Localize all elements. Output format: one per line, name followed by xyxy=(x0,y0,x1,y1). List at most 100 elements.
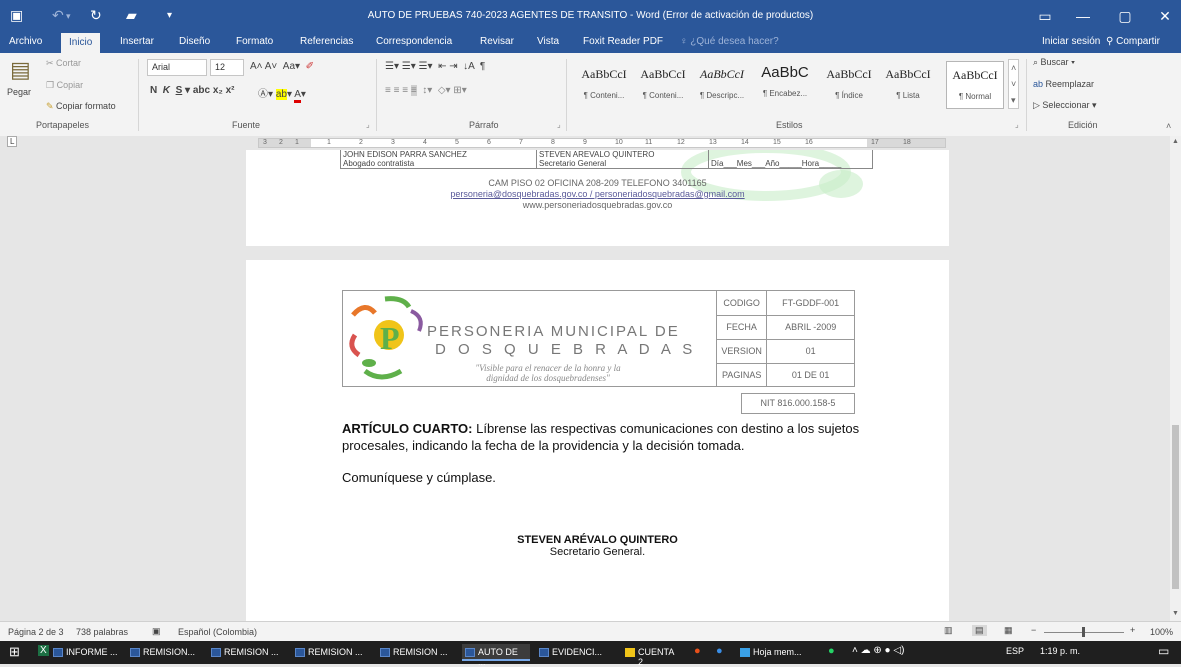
zoom-slider-thumb[interactable] xyxy=(1082,627,1085,637)
notifications-icon[interactable]: ▭ xyxy=(1158,644,1169,658)
web-layout-icon[interactable]: ▦ xyxy=(1004,625,1013,636)
styles-scroll-buttons[interactable]: ˄ ˅ ▾ xyxy=(1008,59,1020,109)
tab-revisar[interactable]: Revisar xyxy=(480,36,514,47)
font-size-combo[interactable]: 12 xyxy=(210,59,244,76)
read-mode-icon[interactable]: ▥ xyxy=(944,625,953,636)
brush-icon: ✎ xyxy=(46,101,57,111)
opera-icon[interactable]: ● xyxy=(694,645,701,657)
cut-button[interactable]: ✂ Cortar xyxy=(46,58,81,69)
font-dialog-icon[interactable]: ⌟ xyxy=(366,120,370,129)
tab-referencias[interactable]: Referencias xyxy=(300,36,353,47)
tab-inicio[interactable]: Inicio xyxy=(61,33,101,53)
scrollbar-thumb[interactable] xyxy=(1172,425,1179,589)
org-name-line1: PERSONERIA MUNICIPAL DE xyxy=(427,323,680,340)
list-buttons[interactable]: ☰▾ ☰▾ ☰▾ ⇤ ⇥ ↓A ¶ xyxy=(385,61,485,72)
style-descripcion[interactable]: AaBbCcI ¶ Descripc... xyxy=(693,61,751,109)
taskbar-app-active[interactable]: AUTO DE ... xyxy=(462,644,530,667)
minimize-button[interactable]: — xyxy=(1067,4,1099,28)
collapse-ribbon-icon[interactable]: ˄ xyxy=(1166,121,1171,131)
print-layout-icon[interactable]: ▤ xyxy=(972,625,987,636)
tab-formato[interactable]: Formato xyxy=(236,36,273,47)
word-count[interactable]: 738 palabras xyxy=(76,627,128,637)
input-language[interactable]: ESP xyxy=(1006,646,1024,656)
tab-selector-icon[interactable]: L xyxy=(7,136,18,147)
format-painter-button[interactable]: ✎ Copiar formato xyxy=(46,101,116,112)
vertical-scrollbar[interactable]: ▲ ▼ xyxy=(1170,136,1181,621)
page-count[interactable]: Página 2 de 3 xyxy=(8,627,64,637)
tab-diseno[interactable]: Diseño xyxy=(179,36,210,47)
signer-left-name: JOHN EDISON PARRA SANCHEZ xyxy=(343,150,467,159)
windows-start-icon[interactable]: ⊞ xyxy=(9,644,20,660)
excel-pinned-icon[interactable]: X xyxy=(38,645,49,656)
ruler-tick: 9 xyxy=(583,139,587,146)
paste-icon[interactable]: ▤ xyxy=(10,57,31,83)
signer-role: Secretario General. xyxy=(549,546,646,558)
replace-button[interactable]: ab Reemplazar xyxy=(1033,79,1094,89)
share-button[interactable]: ⚲ Compartir xyxy=(1106,36,1160,47)
font-color-buttons[interactable]: Ⓐ▾ ab▾ A▾ xyxy=(258,85,306,103)
align-buttons[interactable]: ≡ ≡ ≡ ≡ ↕▾ ◇▾ ⊞▾ xyxy=(385,85,467,96)
system-tray-icons[interactable]: ˄ ☁ ⊕ ● ◁) xyxy=(852,645,904,656)
horizontal-ruler: L 3 2 1 1 2 3 4 5 6 7 8 9 10 11 12 13 14… xyxy=(0,136,1181,150)
zoom-out-icon[interactable]: − xyxy=(1031,625,1036,635)
document-area[interactable]: JOHN EDISON PARRA SANCHEZ Abogado contra… xyxy=(0,150,1170,621)
ribbon-display-options-icon[interactable]: ▭ xyxy=(1029,4,1061,28)
paragraph-dialog-icon[interactable]: ⌟ xyxy=(557,120,561,129)
font-size-buttons[interactable]: A˄ A˅ Aa▾ ✐ xyxy=(250,61,314,72)
sign-in-link[interactable]: Iniciar sesión xyxy=(1042,36,1100,47)
ribbon: ▤ Pegar ✂ Cortar ❐ Copiar ✎ Copiar forma… xyxy=(0,53,1181,147)
search-icon: ⌕ xyxy=(1033,57,1041,67)
find-button[interactable]: ⌕ Buscar ▾ xyxy=(1033,57,1075,68)
style-indice[interactable]: AaBbCcI ¶ Índice xyxy=(820,61,878,109)
close-button[interactable]: ✕ xyxy=(1149,4,1181,28)
signature-table: JOHN EDISON PARRA SANCHEZ Abogado contra… xyxy=(340,150,873,169)
paste-button[interactable]: Pegar xyxy=(7,87,31,97)
copy-button[interactable]: ❐ Copiar xyxy=(46,80,83,91)
ruler-tick: 15 xyxy=(773,139,781,146)
edge-icon[interactable]: ● xyxy=(716,645,723,657)
replace-icon: ab xyxy=(1033,79,1046,89)
ruler-tick: 12 xyxy=(677,139,685,146)
taskbar-app[interactable]: REMISION ... xyxy=(377,644,457,661)
style-lista[interactable]: AaBbCcI ¶ Lista xyxy=(879,61,937,109)
signer-mid-name: STEVEN AREVALO QUINTERO xyxy=(539,150,655,159)
tab-archivo[interactable]: Archivo xyxy=(9,36,42,47)
tab-insertar[interactable]: Insertar xyxy=(120,36,154,47)
tab-correspondencia[interactable]: Correspondencia xyxy=(376,36,452,47)
footer-email[interactable]: personeria@dosquebradas.gov.co / persone… xyxy=(246,189,949,200)
language-indicator[interactable]: Español (Colombia) xyxy=(178,627,257,637)
taskbar-app[interactable]: INFORME ... xyxy=(50,644,122,661)
zoom-level[interactable]: 100% xyxy=(1150,627,1173,637)
style-contenido-2[interactable]: AaBbCcI ¶ Conteni... xyxy=(634,61,692,109)
zoom-slider[interactable] xyxy=(1044,627,1124,637)
style-contenido-1[interactable]: AaBbCcI ¶ Conteni... xyxy=(575,61,633,109)
proofing-icon[interactable]: ▣ xyxy=(152,626,161,637)
scroll-up-icon[interactable]: ▲ xyxy=(1172,138,1179,145)
letterhead-logo-cell: P PERSONERIA MUNICIPAL DE D O S Q U E B … xyxy=(343,291,717,386)
taskbar-app[interactable]: Hoja mem... xyxy=(737,644,813,661)
tell-me-search[interactable]: ♀ ¿Qué desea hacer? xyxy=(680,36,779,47)
whatsapp-icon[interactable]: ● xyxy=(828,645,835,657)
ruler-bar[interactable]: 3 2 1 1 2 3 4 5 6 7 8 9 10 11 12 13 14 1… xyxy=(258,138,946,148)
ruler-tick: 6 xyxy=(487,139,491,146)
tab-foxit[interactable]: Foxit Reader PDF xyxy=(583,36,663,47)
taskbar-app[interactable]: EVIDENCI... xyxy=(536,644,612,661)
scroll-down-icon[interactable]: ▼ xyxy=(1172,610,1179,617)
style-encabezado[interactable]: AaBbC ¶ Encabez... xyxy=(752,61,818,109)
styles-dialog-icon[interactable]: ⌟ xyxy=(1015,120,1019,129)
tab-vista[interactable]: Vista xyxy=(537,36,559,47)
style-normal[interactable]: AaBbCcI ¶ Normal xyxy=(946,61,1004,109)
ruler-tick: 3 xyxy=(263,139,267,146)
zoom-in-icon[interactable]: + xyxy=(1130,625,1135,635)
taskbar-app[interactable]: CUENTA 2 xyxy=(622,644,684,667)
clock[interactable]: 1:19 p. m. xyxy=(1040,646,1080,656)
font-name-combo[interactable]: Arial xyxy=(147,59,207,76)
taskbar-app[interactable]: REMISION... xyxy=(127,644,203,661)
ruler-tick: 4 xyxy=(423,139,427,146)
maximize-button[interactable]: ▢ xyxy=(1109,4,1141,28)
select-button[interactable]: ▷ Seleccionar ▾ xyxy=(1033,100,1096,111)
font-format-buttons[interactable]: N K S ▾ abc x₂ x² xyxy=(150,85,235,96)
taskbar-app[interactable]: REMISION ... xyxy=(292,644,372,661)
taskbar-app[interactable]: REMISION ... xyxy=(208,644,288,661)
control-value: FT-GDDF-001 xyxy=(766,291,854,316)
